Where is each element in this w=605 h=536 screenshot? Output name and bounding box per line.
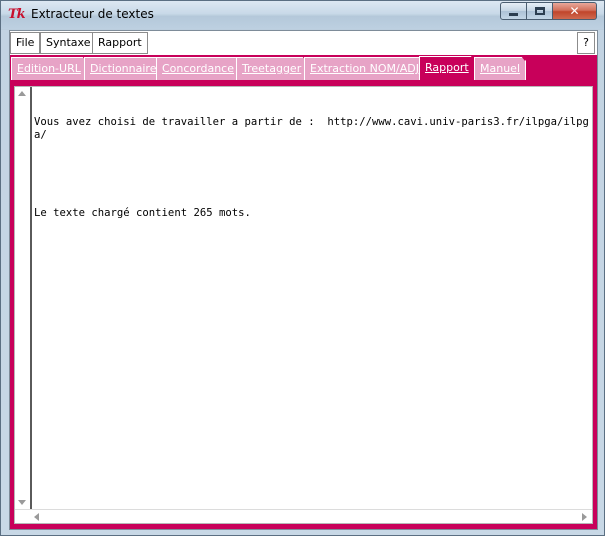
tab-label: Edition-URL (17, 62, 81, 75)
title-bar[interactable]: Tk Extracteur de textes ✕ (1, 1, 604, 29)
scroll-up-icon[interactable] (18, 91, 26, 96)
minimize-button[interactable] (500, 2, 527, 20)
report-line: Le texte chargé contient 265 mots. (34, 207, 251, 219)
tab-bar: Edition-URL Dictionnaire Concordance Tre… (10, 55, 597, 80)
horizontal-scrollbar[interactable] (15, 509, 592, 523)
scroll-right-icon[interactable] (582, 513, 587, 521)
report-line (34, 168, 592, 181)
menu-bar: File Syntaxe Rapport ? (10, 31, 597, 55)
tab-label: Dictionnaire (90, 62, 157, 75)
help-button[interactable]: ? (577, 32, 595, 54)
scroll-down-icon[interactable] (18, 500, 26, 505)
report-text-box: Vous avez choisi de travailler a partir … (14, 86, 593, 524)
menu-syntaxe[interactable]: Syntaxe (40, 32, 97, 54)
report-panel: Vous avez choisi de travailler a partir … (10, 80, 597, 529)
vertical-scrollbar[interactable] (15, 87, 32, 511)
maximize-button[interactable] (527, 2, 553, 20)
report-text[interactable]: Vous avez choisi de travailler a partir … (34, 90, 592, 510)
tab-label: Concordance (162, 62, 234, 75)
tab-label: Treetagger (242, 62, 302, 75)
tab-label: Manuel (480, 62, 520, 75)
window-controls: ✕ (500, 2, 597, 21)
window-title: Extracteur de textes (31, 7, 154, 21)
tab-edition-url[interactable]: Edition-URL (11, 56, 90, 80)
tab-rapport[interactable]: Rapport (419, 55, 478, 80)
tab-label: Extraction NOM/ADJ (310, 62, 419, 75)
scroll-left-icon[interactable] (34, 513, 39, 521)
close-button[interactable]: ✕ (553, 2, 597, 20)
menu-file[interactable]: File (10, 32, 41, 54)
tab-treetagger[interactable]: Treetagger (236, 56, 311, 80)
tk-app-icon: Tk (8, 7, 26, 22)
tab-dictionnaire[interactable]: Dictionnaire (84, 56, 166, 80)
tab-extraction-nom-adj[interactable]: Extraction NOM/ADJ (304, 56, 428, 80)
tab-manuel[interactable]: Manuel (474, 56, 529, 80)
maximize-icon (534, 7, 545, 15)
app-window: Tk Extracteur de textes ✕ File Syntaxe R… (0, 0, 605, 536)
report-line: Vous avez choisi de travailler a partir … (34, 116, 589, 141)
tab-notch-icon (521, 56, 529, 61)
tab-concordance[interactable]: Concordance (156, 56, 243, 80)
minimize-icon (509, 12, 518, 16)
client-area: File Syntaxe Rapport ? Edition-URL Dicti… (9, 30, 598, 530)
tab-label: Rapport (425, 61, 469, 74)
close-icon: ✕ (569, 4, 580, 18)
menu-rapport[interactable]: Rapport (92, 32, 148, 54)
